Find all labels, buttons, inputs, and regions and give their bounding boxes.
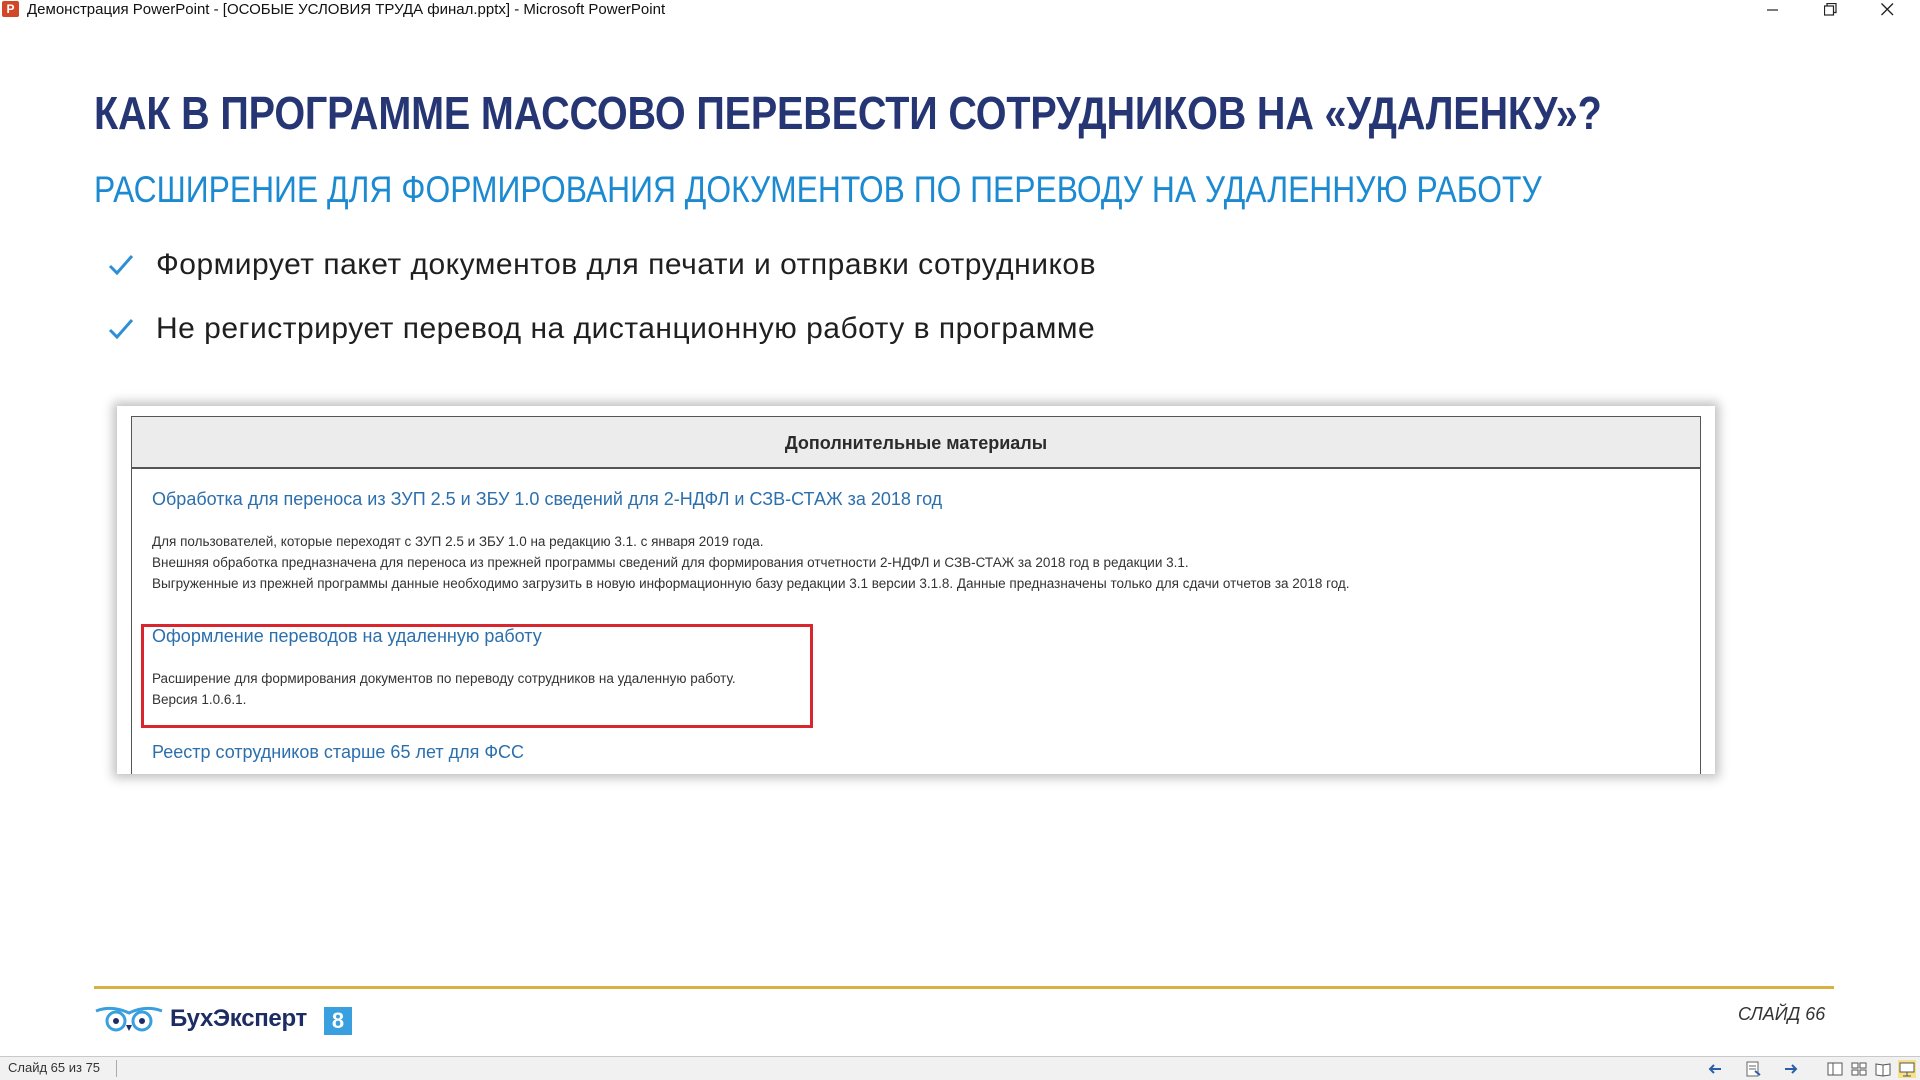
close-icon xyxy=(1881,3,1894,16)
owl-logo-icon xyxy=(95,1006,163,1032)
slide-sorter-icon[interactable] xyxy=(1850,1060,1868,1078)
minimize-button[interactable] xyxy=(1753,0,1793,19)
material-description-line: Версия 1.0.6.1. xyxy=(152,692,247,707)
slide-counter: Слайд 65 из 75 xyxy=(8,1060,101,1075)
window-title: Демонстрация PowerPoint - [ОСОБЫЕ УСЛОВИ… xyxy=(27,1,666,18)
bullet-text: Формирует пакет документов для печати и … xyxy=(156,248,1097,281)
slide-title: КАК В ПРОГРАММЕ МАССОВО ПЕРЕВЕСТИ СОТРУД… xyxy=(94,87,1602,139)
additional-materials-frame: Дополнительные материалы Обработка для п… xyxy=(131,416,1701,774)
material-link-fss-registry[interactable]: Реестр сотрудников старше 65 лет для ФСС xyxy=(152,742,524,763)
material-description-line: Внешняя обработка предназначена для пере… xyxy=(152,555,1189,570)
window-title-bar: P Демонстрация PowerPoint - [ОСОБЫЕ УСЛО… xyxy=(0,0,1920,19)
buhexpert-logo: БухЭксперт 8 xyxy=(94,1001,364,1039)
status-bar: Слайд 65 из 75 xyxy=(0,1056,1920,1080)
panel-header: Дополнительные материалы xyxy=(132,417,1700,469)
material-description-line: Расширение для формирования документов п… xyxy=(152,671,736,686)
bullet-text: Не регистрирует перевод на дистанционную… xyxy=(156,312,1096,345)
status-separator xyxy=(116,1060,117,1077)
logo-text: БухЭксперт xyxy=(170,1005,307,1032)
material-description-line: Для пользователей, которые переходят с З… xyxy=(152,534,764,549)
slideshow-view-icon[interactable] xyxy=(1898,1060,1916,1078)
slide-subtitle: РАСШИРЕНИЕ ДЛЯ ФОРМИРОВАНИЯ ДОКУМЕНТОВ П… xyxy=(94,169,1542,210)
close-button[interactable] xyxy=(1867,0,1907,19)
powerpoint-app-icon[interactable]: P xyxy=(2,1,19,17)
reading-view-icon[interactable] xyxy=(1874,1060,1892,1078)
material-link-remote-work[interactable]: Оформление переводов на удаленную работу xyxy=(152,626,542,647)
normal-view-icon[interactable] xyxy=(1826,1060,1844,1078)
additional-materials-screenshot: Дополнительные материалы Обработка для п… xyxy=(117,406,1715,774)
checkmark-icon xyxy=(108,319,134,340)
previous-slide-icon[interactable] xyxy=(1706,1060,1724,1078)
restore-icon xyxy=(1824,3,1837,16)
next-slide-icon[interactable] xyxy=(1782,1060,1800,1078)
restore-button[interactable] xyxy=(1810,0,1850,19)
logo-badge: 8 xyxy=(324,1007,352,1035)
checkmark-icon xyxy=(108,255,134,276)
material-description-line: Выгруженные из прежней программы данные … xyxy=(152,576,1350,591)
footer-divider xyxy=(94,986,1834,989)
minimize-icon xyxy=(1767,9,1778,11)
slide-number-label: СЛАЙД 66 xyxy=(1738,1004,1826,1024)
material-link-ndfl-szv[interactable]: Обработка для переноса из ЗУП 2.5 и ЗБУ … xyxy=(152,489,942,510)
slide-menu-icon[interactable] xyxy=(1744,1060,1762,1078)
